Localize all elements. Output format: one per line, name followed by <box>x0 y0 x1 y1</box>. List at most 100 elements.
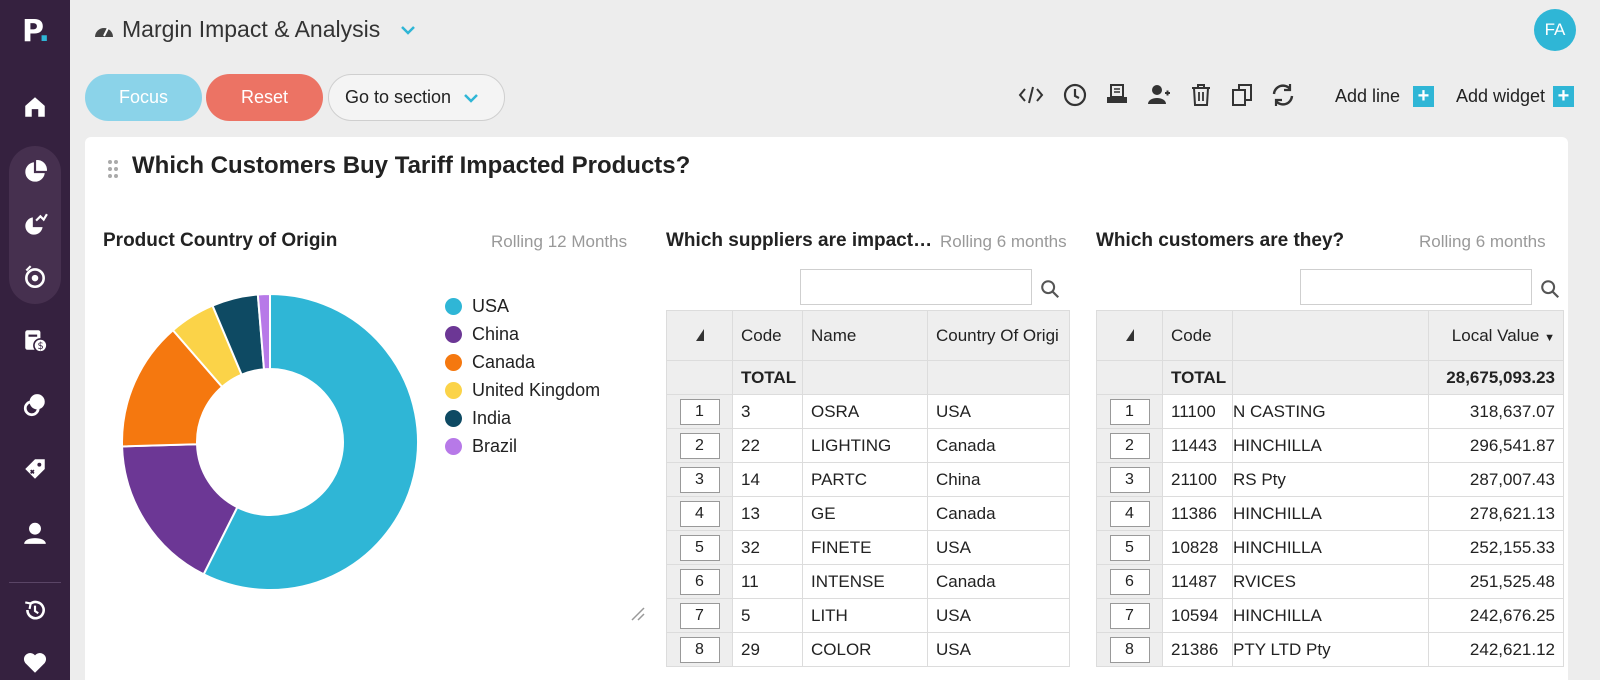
table-row[interactable]: 8 21386 PTY LTD Pty 242,621.12 <box>1096 632 1564 667</box>
row-number-cell[interactable]: 6 <box>1096 564 1163 599</box>
row-number-cell[interactable]: 2 <box>666 428 733 463</box>
row-number-cell[interactable]: 4 <box>1096 496 1163 531</box>
print-icon[interactable] <box>1102 80 1132 110</box>
table-row[interactable]: 7 10594 HINCHILLA 242,676.25 <box>1096 598 1564 633</box>
suppliers-search-input[interactable] <box>800 269 1032 305</box>
row-select-header[interactable] <box>1096 310 1163 361</box>
heart-icon[interactable] <box>18 646 52 680</box>
column-header-code[interactable]: Code <box>1162 310 1233 361</box>
app-logo[interactable]: P. <box>22 14 50 49</box>
user-icon[interactable] <box>18 516 52 550</box>
row-number-cell[interactable]: 1 <box>1096 394 1163 429</box>
row-number-cell[interactable]: 6 <box>666 564 733 599</box>
suppliers-search <box>800 269 1068 309</box>
cell-name: RVICES <box>1232 564 1429 599</box>
focus-button[interactable]: Focus <box>85 74 202 121</box>
trash-icon[interactable] <box>1186 80 1216 110</box>
table-row[interactable]: 4 11386 HINCHILLA 278,621.13 <box>1096 496 1564 531</box>
row-number: 7 <box>1109 602 1150 629</box>
row-number-cell[interactable]: 5 <box>1096 530 1163 565</box>
cell-local-value: 251,525.48 <box>1428 564 1564 599</box>
row-select-header[interactable] <box>666 310 733 361</box>
legend-item[interactable]: Brazil <box>445 432 600 460</box>
row-number-cell[interactable]: 8 <box>666 632 733 667</box>
customers-widget-title: Which customers are they? <box>1096 230 1345 251</box>
cell-code: 21386 <box>1162 632 1233 667</box>
add-line-button[interactable]: Add line <box>1335 86 1400 107</box>
search-icon[interactable] <box>1036 275 1064 303</box>
table-row[interactable]: 8 29 COLOR USA <box>666 632 1070 667</box>
history-icon[interactable] <box>18 593 52 627</box>
table-row[interactable]: 3 14 PARTC China <box>666 462 1070 497</box>
row-number-cell[interactable]: 1 <box>666 394 733 429</box>
cell-code: 11443 <box>1162 428 1233 463</box>
legend-label: India <box>472 407 512 428</box>
row-number-cell[interactable]: 7 <box>666 598 733 633</box>
customers-search-input[interactable] <box>1300 269 1532 305</box>
column-header-code[interactable]: Code <box>732 310 803 361</box>
reset-button[interactable]: Reset <box>206 74 323 121</box>
shapes-icon[interactable] <box>18 388 52 422</box>
row-number: 4 <box>679 500 720 527</box>
table-row[interactable]: 6 11 INTENSE Canada <box>666 564 1070 599</box>
row-number-cell[interactable]: 3 <box>1096 462 1163 497</box>
search-icon[interactable] <box>1536 275 1564 303</box>
table-row[interactable]: 4 13 GE Canada <box>666 496 1070 531</box>
table-row[interactable]: 3 21100 RS Pty 287,007.43 <box>1096 462 1564 497</box>
invoice-dollar-icon[interactable]: $ <box>18 323 52 357</box>
table-row[interactable]: 7 5 LITH USA <box>666 598 1070 633</box>
chevron-down-icon[interactable] <box>400 23 416 37</box>
row-number-cell[interactable]: 4 <box>666 496 733 531</box>
add-widget-button[interactable]: Add widget <box>1456 86 1545 107</box>
legend-swatch <box>445 381 462 399</box>
column-header-country[interactable]: Country Of Origi <box>927 310 1070 361</box>
code-icon[interactable] <box>1016 80 1046 110</box>
table-row[interactable]: 5 10828 HINCHILLA 252,155.33 <box>1096 530 1564 565</box>
row-number-cell[interactable]: 8 <box>1096 632 1163 667</box>
column-header-name[interactable] <box>1232 310 1429 361</box>
resize-handle-icon[interactable] <box>631 607 645 621</box>
user-avatar[interactable]: FA <box>1534 9 1576 51</box>
copy-icon[interactable] <box>1228 80 1258 110</box>
add-line-plus-icon[interactable]: + <box>1413 86 1434 107</box>
drag-handle-icon[interactable] <box>107 159 119 179</box>
table-row[interactable]: 6 11487 RVICES 251,525.48 <box>1096 564 1564 599</box>
table-row[interactable]: 1 3 OSRA USA <box>666 394 1070 429</box>
column-header-name[interactable]: Name <box>802 310 928 361</box>
eye-chart-icon[interactable] <box>18 260 52 294</box>
row-number: 5 <box>1109 534 1150 561</box>
table-row[interactable]: 2 11443 HINCHILLA 296,541.87 <box>1096 428 1564 463</box>
add-widget-plus-icon[interactable]: + <box>1553 86 1574 107</box>
row-number-cell[interactable]: 5 <box>666 530 733 565</box>
chart-trend-icon[interactable] <box>18 208 52 242</box>
row-number-cell[interactable]: 7 <box>1096 598 1163 633</box>
go-to-section-dropdown[interactable]: Go to section <box>328 74 505 121</box>
legend-item[interactable]: China <box>445 320 600 348</box>
refresh-icon[interactable] <box>1268 80 1298 110</box>
row-number-cell[interactable]: 2 <box>1096 428 1163 463</box>
tag-settings-icon[interactable] <box>18 452 52 486</box>
legend-item[interactable]: Canada <box>445 348 600 376</box>
total-label: TOTAL <box>1162 360 1233 395</box>
row-number-cell[interactable]: 3 <box>666 462 733 497</box>
legend-item[interactable]: India <box>445 404 600 432</box>
table-row[interactable]: 2 22 LIGHTING Canada <box>666 428 1070 463</box>
cell-local-value: 318,637.07 <box>1428 394 1564 429</box>
cell-name: PARTC <box>802 462 928 497</box>
legend-item[interactable]: USA <box>445 292 600 320</box>
legend-item[interactable]: United Kingdom <box>445 376 600 404</box>
row-number: 4 <box>1109 500 1150 527</box>
row-number: 3 <box>679 466 720 493</box>
share-user-icon[interactable] <box>1144 80 1174 110</box>
table-row[interactable]: 5 32 FINETE USA <box>666 530 1070 565</box>
column-header-local-value[interactable]: Local Value ▼ <box>1428 310 1564 361</box>
home-icon[interactable] <box>18 90 52 124</box>
country-origin-donut-chart <box>121 292 419 591</box>
row-number: 6 <box>679 568 720 595</box>
table-row[interactable]: 1 11100 N CASTING 318,637.07 <box>1096 394 1564 429</box>
pie-chart-icon[interactable] <box>18 155 52 189</box>
clock-icon[interactable] <box>1060 80 1090 110</box>
donut-legend: USA China Canada United Kingdom India Brazil <box>445 292 600 460</box>
section-title: Which Customers Buy Tariff Impacted Prod… <box>132 152 691 179</box>
top-bar: Margin Impact & Analysis FA <box>70 0 1600 62</box>
